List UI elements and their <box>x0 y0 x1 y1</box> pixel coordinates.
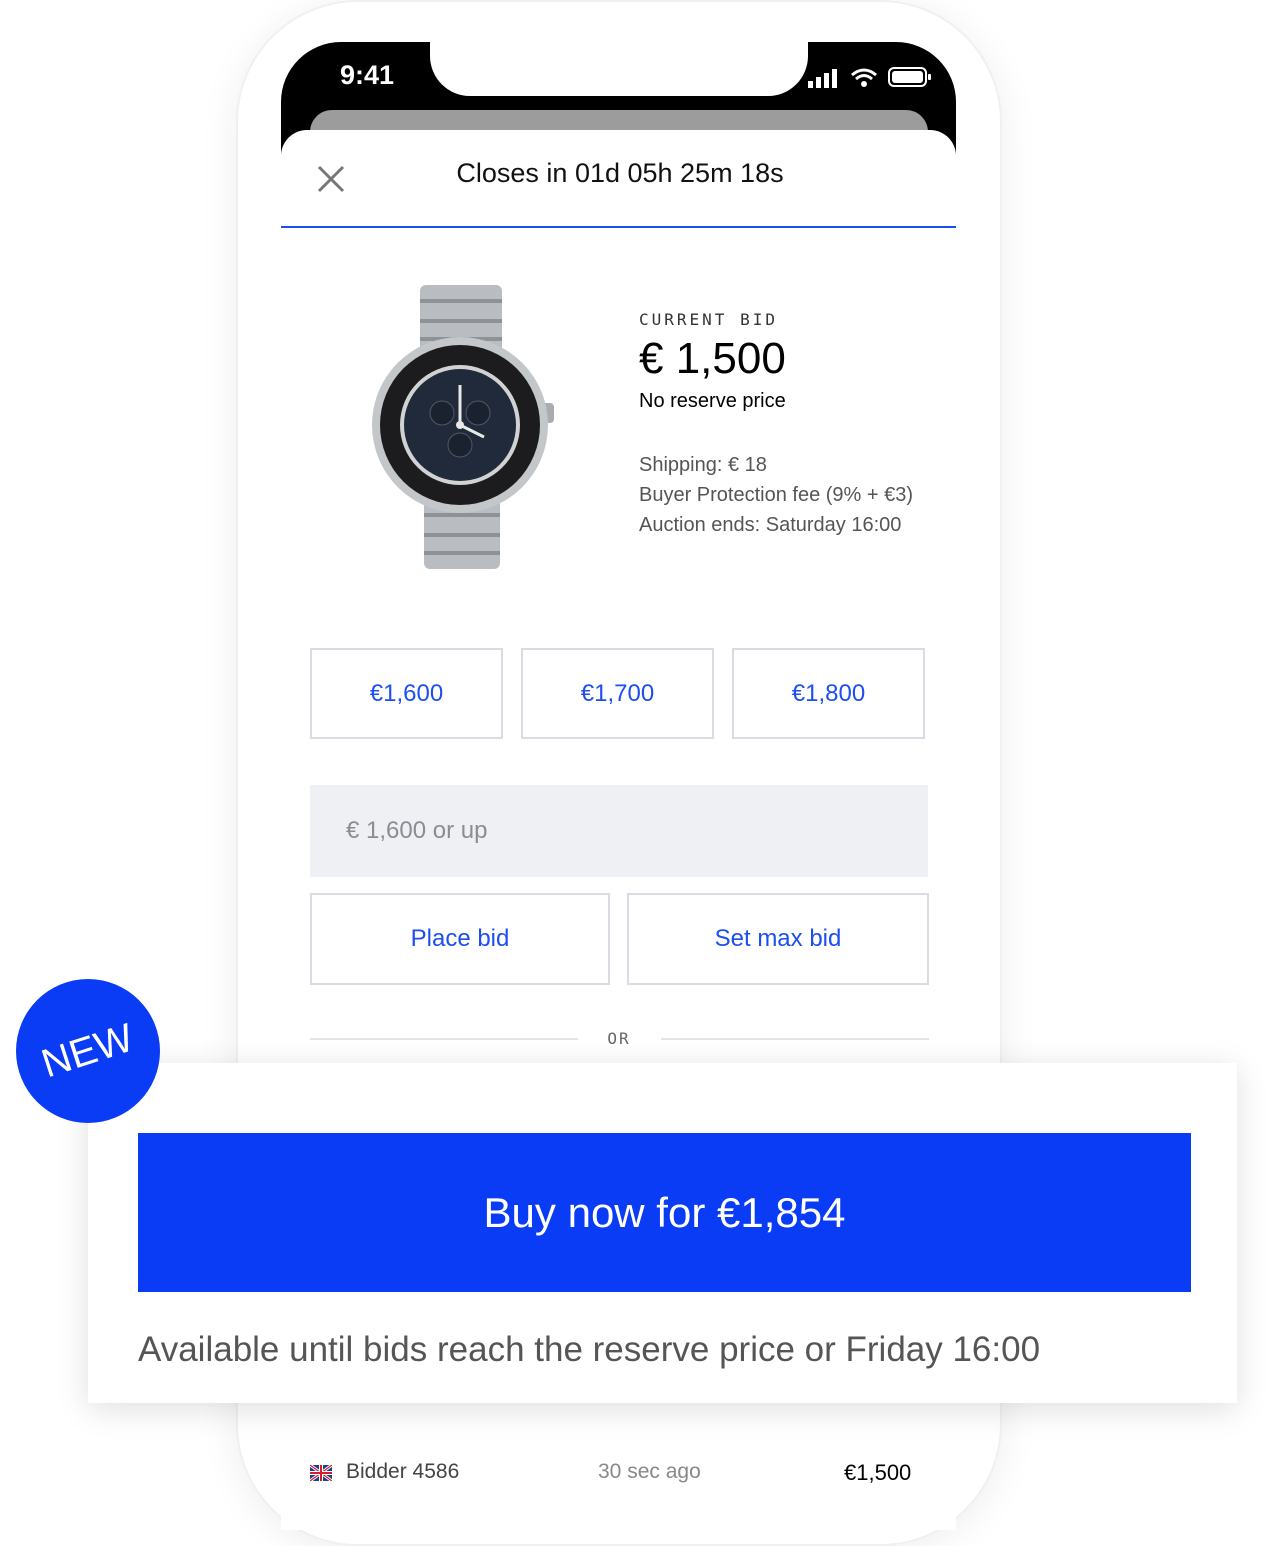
place-bid-button[interactable]: Place bid <box>310 893 610 985</box>
bid-history-amount: €1,500 <box>844 1460 912 1485</box>
countdown-title: Closes in 01d 05h 25m 18s <box>456 158 784 188</box>
bid-history-bidder: Bidder 4586 <box>346 1460 460 1483</box>
quick-bid-1700[interactable]: €1,700 <box>521 648 714 739</box>
new-badge-label: NEW <box>36 1015 140 1086</box>
reserve-status: No reserve price <box>639 390 786 412</box>
bid-history-time: 30 sec ago <box>598 1460 701 1483</box>
set-max-bid-button[interactable]: Set max bid <box>627 893 929 985</box>
new-badge: NEW <box>16 979 160 1123</box>
status-icons <box>808 66 932 88</box>
phone-notch <box>430 40 808 96</box>
auction-end-info: Auction ends: Saturday 16:00 <box>639 514 902 536</box>
signal-icon <box>808 69 837 88</box>
current-bid-value: € 1,500 <box>639 334 786 383</box>
battery-icon <box>888 67 931 87</box>
or-divider-label: OR <box>607 1029 631 1048</box>
current-bid-label: CURRENT BID <box>639 310 778 329</box>
shipping-info: Shipping: € 18 <box>639 454 767 476</box>
wifi-icon <box>851 68 877 87</box>
quick-bid-1600[interactable]: €1,600 <box>310 648 503 739</box>
item-details: Shipping: € 18 Buyer Protection fee (9% … <box>639 452 929 542</box>
buy-now-availability: Available until bids reach the reserve p… <box>138 1330 1041 1369</box>
or-divider-left <box>310 1038 578 1040</box>
buy-now-button[interactable]: Buy now for €1,854 <box>138 1133 1191 1292</box>
quick-bid-1800[interactable]: €1,800 <box>732 648 925 739</box>
or-divider-right <box>661 1038 929 1040</box>
status-time: 9:41 <box>340 60 395 90</box>
protection-fee-info: Buyer Protection fee (9% + €3) <box>639 484 914 506</box>
bid-amount-input[interactable]: € 1,600 or up <box>310 785 928 877</box>
close-icon[interactable] <box>314 162 348 196</box>
header-divider <box>281 226 956 228</box>
watch-image <box>372 285 554 569</box>
uk-flag-icon <box>310 1465 332 1481</box>
